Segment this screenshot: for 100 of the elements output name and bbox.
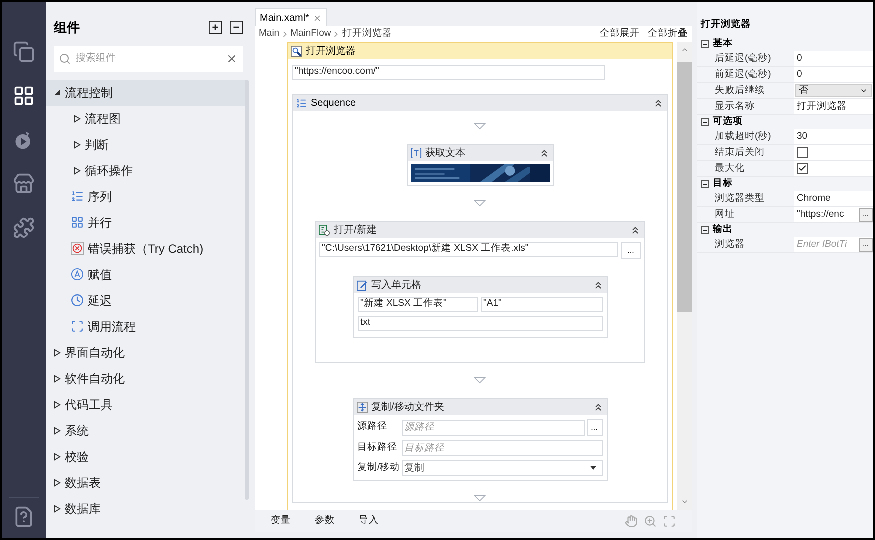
- tree-item[interactable]: 序列: [46, 184, 245, 210]
- input-field[interactable]: "https://encoo.com/": [292, 65, 605, 80]
- tree-item[interactable]: 流程图: [46, 106, 245, 132]
- collapsed-icon[interactable]: [54, 348, 61, 356]
- search-input[interactable]: 搜索组件: [76, 51, 221, 66]
- flow-arrow-icon: [474, 123, 486, 130]
- tree-item[interactable]: 软件自动化: [46, 366, 245, 392]
- close-icon[interactable]: [313, 14, 322, 23]
- expand-all-icon[interactable]: [209, 21, 222, 34]
- checkbox[interactable]: [797, 163, 808, 174]
- puzzle-icon[interactable]: [13, 217, 35, 239]
- group-label: 输出: [713, 223, 733, 238]
- bottom-tab[interactable]: 参数: [315, 514, 335, 528]
- dropdown[interactable]: 否: [795, 84, 872, 98]
- tree-item[interactable]: 界面自动化: [46, 340, 245, 366]
- tree-item[interactable]: 校验: [46, 444, 245, 470]
- collapsed-icon[interactable]: [74, 166, 81, 174]
- property-label: 网址: [714, 208, 736, 222]
- collapsed-icon[interactable]: [54, 426, 61, 434]
- activity-title: 打开浏览器: [306, 44, 356, 58]
- toolbar-link[interactable]: 全部展开: [600, 26, 640, 42]
- field-label: 复制/移动: [358, 460, 400, 475]
- input-field[interactable]: "新建 XLSX 工作表": [358, 297, 478, 312]
- dropdown[interactable]: 复制: [402, 460, 602, 476]
- input-field[interactable]: 源路径: [402, 420, 584, 436]
- collapsed-icon[interactable]: [54, 374, 61, 382]
- group-toggle-icon[interactable]: [701, 118, 709, 126]
- property-label: 浏览器类型: [714, 192, 766, 206]
- property-value[interactable]: 0: [794, 52, 806, 66]
- group-label: 可选项: [713, 115, 743, 130]
- tree-item[interactable]: 延迟: [46, 288, 245, 314]
- scroll-down-icon[interactable]: [680, 498, 688, 506]
- collapsed-icon[interactable]: [74, 140, 81, 148]
- error-icon: [71, 242, 84, 255]
- input-field[interactable]: txt: [358, 316, 602, 331]
- activity-title: 写入单元格: [372, 278, 422, 292]
- activity-title: 获取文本: [426, 146, 466, 160]
- parallel-icon: [71, 216, 84, 229]
- bottom-tab[interactable]: 导入: [359, 514, 379, 528]
- tree-item[interactable]: 循环操作: [46, 158, 245, 184]
- property-value[interactable]: 0: [794, 68, 806, 82]
- help-icon[interactable]: [13, 506, 35, 528]
- collapse-all-icon[interactable]: [230, 21, 243, 34]
- property-label: 显示名称: [714, 100, 756, 114]
- tree-item[interactable]: 并行: [46, 210, 245, 236]
- search-icon: [59, 52, 71, 64]
- property-label: 浏览器: [714, 238, 746, 252]
- folder-move-icon: [356, 402, 368, 412]
- grid-icon[interactable]: [13, 85, 35, 107]
- tree-item[interactable]: 数据库: [46, 496, 245, 522]
- bottom-tab[interactable]: 变量: [271, 514, 291, 528]
- browser-icon: [291, 46, 302, 56]
- pages-icon[interactable]: [13, 41, 35, 63]
- store-icon[interactable]: [13, 173, 35, 195]
- tree-item[interactable]: 系统: [46, 418, 245, 444]
- collapsed-icon[interactable]: [54, 478, 61, 486]
- checkbox[interactable]: [797, 147, 808, 158]
- input-field[interactable]: 目标路径: [402, 440, 602, 456]
- tree-item[interactable]: 流程控制: [46, 80, 245, 106]
- input-field[interactable]: "C:\Users\17621\Desktop\新建 XLSX 工作表.xls": [319, 242, 618, 257]
- collapse-icon[interactable]: [630, 224, 641, 236]
- collapsed-icon[interactable]: [74, 114, 81, 122]
- invoke-icon: [71, 320, 84, 333]
- collapse-icon[interactable]: [592, 402, 604, 412]
- collapsed-icon[interactable]: [54, 400, 61, 408]
- collapsed-icon[interactable]: [54, 452, 61, 460]
- collapse-icon[interactable]: [538, 148, 550, 158]
- tree-item[interactable]: 错误捕获（Try Catch): [46, 236, 245, 262]
- expanded-icon[interactable]: [54, 89, 61, 96]
- input-field[interactable]: "A1": [480, 297, 602, 312]
- flow-arrow-icon: [474, 495, 486, 502]
- browse-button[interactable]: ...: [586, 419, 602, 436]
- collapsed-icon[interactable]: [54, 504, 61, 512]
- tree-item[interactable]: 赋值: [46, 262, 245, 288]
- activity-title: 打开/新建: [334, 224, 377, 238]
- property-value[interactable]: "https://enc: [794, 208, 859, 222]
- panel-title: 组件: [54, 19, 80, 37]
- tree-item[interactable]: 数据表: [46, 470, 245, 496]
- toolbar-link[interactable]: 全部折叠: [648, 26, 688, 42]
- chevron-icon: [282, 30, 288, 38]
- scrollbar[interactable]: [677, 42, 692, 510]
- browse-button[interactable]: ...: [621, 242, 641, 259]
- group-toggle-icon[interactable]: [701, 226, 709, 234]
- scroll-up-icon[interactable]: [680, 46, 688, 54]
- tree-item[interactable]: 代码工具: [46, 392, 245, 418]
- breadcrumb-item[interactable]: 打开浏览器: [342, 26, 392, 42]
- tree-item[interactable]: 判断: [46, 132, 245, 158]
- search-field[interactable]: 搜索组件: [54, 46, 243, 72]
- assign-icon: [71, 268, 84, 281]
- group-toggle-icon[interactable]: [701, 40, 709, 48]
- clear-icon[interactable]: [226, 52, 238, 64]
- tree-item[interactable]: 调用流程: [46, 314, 245, 340]
- breadcrumb-item[interactable]: Main: [259, 26, 280, 42]
- collapse-icon[interactable]: [653, 98, 664, 108]
- panel-title: 打开浏览器: [700, 18, 752, 32]
- collapse-icon[interactable]: [592, 280, 604, 290]
- group-toggle-icon[interactable]: [701, 180, 709, 188]
- breadcrumb-item[interactable]: MainFlow: [290, 26, 332, 42]
- property-label: 后延迟(毫秒): [714, 52, 772, 66]
- document-tab[interactable]: Main.xaml*: [255, 8, 328, 28]
